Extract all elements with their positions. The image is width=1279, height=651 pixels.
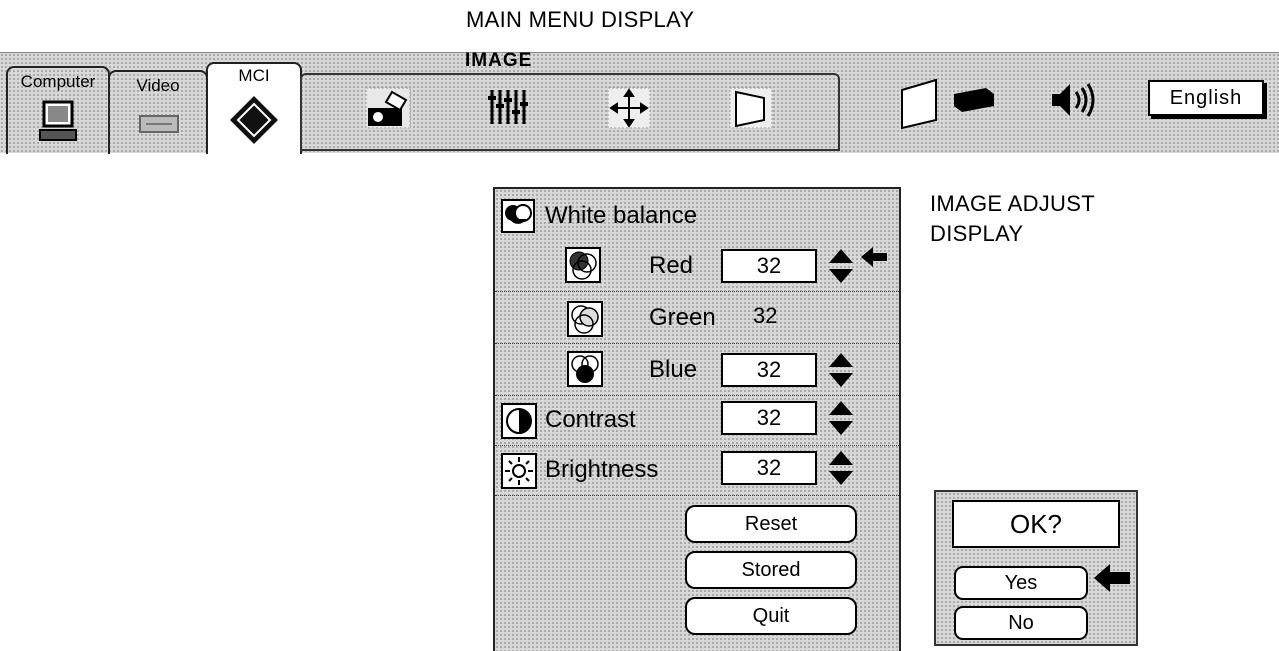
green-circles-icon (567, 301, 603, 337)
projector-unit-icon[interactable] (950, 84, 998, 114)
brightness-value[interactable]: 32 (721, 451, 817, 485)
tab-mci-label: MCI (238, 66, 270, 85)
contrast-row[interactable]: Contrast 32 (495, 395, 899, 446)
screen-icon[interactable] (898, 76, 942, 132)
green-row[interactable]: Green 32 (495, 291, 899, 344)
image-adjust-caption-line2: DISPLAY (930, 221, 1024, 246)
stored-button[interactable]: Stored (685, 551, 857, 589)
blue-updown-arrow-icon[interactable] (827, 351, 855, 389)
contrast-label: Contrast (545, 406, 636, 433)
blue-label: Blue (649, 356, 698, 383)
yes-pointer-arrow-icon (1094, 564, 1130, 592)
red-value[interactable]: 32 (721, 249, 817, 283)
green-label: Green (649, 304, 716, 331)
blue-circles-icon (567, 351, 603, 387)
projector-adjust-icon[interactable] (362, 84, 414, 132)
reset-button[interactable]: Reset (685, 505, 857, 543)
main-menu-caption: MAIN MENU DISPLAY (466, 7, 695, 32)
brightness-updown-arrow-icon[interactable] (827, 449, 855, 487)
tab-video[interactable]: Video (108, 70, 208, 154)
white-balance-label: White balance (545, 202, 698, 229)
confirm-title: OK? (952, 500, 1120, 548)
contrast-icon (501, 403, 537, 439)
contrast-updown-arrow-icon[interactable] (827, 399, 855, 437)
computer-icon (39, 100, 77, 141)
brightness-row[interactable]: Brightness 32 (495, 445, 899, 496)
confirm-dialog: OK? Yes No (934, 490, 1138, 646)
bars-adjust-icon[interactable] (484, 84, 534, 130)
blue-row[interactable]: Blue 32 (495, 343, 899, 396)
position-move-icon[interactable] (604, 84, 654, 132)
tab-video-label: Video (136, 76, 180, 95)
no-button[interactable]: No (954, 606, 1088, 640)
blue-value[interactable]: 32 (721, 353, 817, 387)
tab-computer-label: Computer (20, 72, 96, 91)
white-balance-icon (501, 199, 535, 233)
video-deck-icon (139, 115, 179, 133)
speaker-icon[interactable] (1048, 80, 1100, 120)
tab-mci[interactable]: MCI (206, 62, 302, 154)
sun-icon (501, 453, 537, 489)
yes-button[interactable]: Yes (954, 566, 1088, 600)
language-button[interactable]: English (1148, 80, 1264, 116)
keystone-icon[interactable] (726, 84, 776, 132)
contrast-value[interactable]: 32 (721, 401, 817, 435)
red-row[interactable]: Red 32 (495, 239, 899, 292)
quit-button[interactable]: Quit (685, 597, 857, 635)
green-value: 32 (753, 303, 778, 328)
image-section-label: IMAGE (465, 50, 533, 71)
red-pointer-arrow-icon (861, 247, 887, 267)
brightness-label: Brightness (545, 456, 659, 483)
red-label: Red (649, 252, 694, 279)
mci-diamond-icon (230, 96, 278, 144)
white-balance-row[interactable]: White balance (495, 189, 899, 239)
image-adjust-panel: White balance Red 32 Green 32 Blue 32 Co… (493, 187, 901, 651)
tab-computer[interactable]: Computer (6, 66, 110, 154)
red-circles-icon (565, 247, 601, 283)
red-updown-arrow-icon[interactable] (827, 247, 855, 285)
image-adjust-caption-line1: IMAGE ADJUST (930, 191, 1095, 216)
